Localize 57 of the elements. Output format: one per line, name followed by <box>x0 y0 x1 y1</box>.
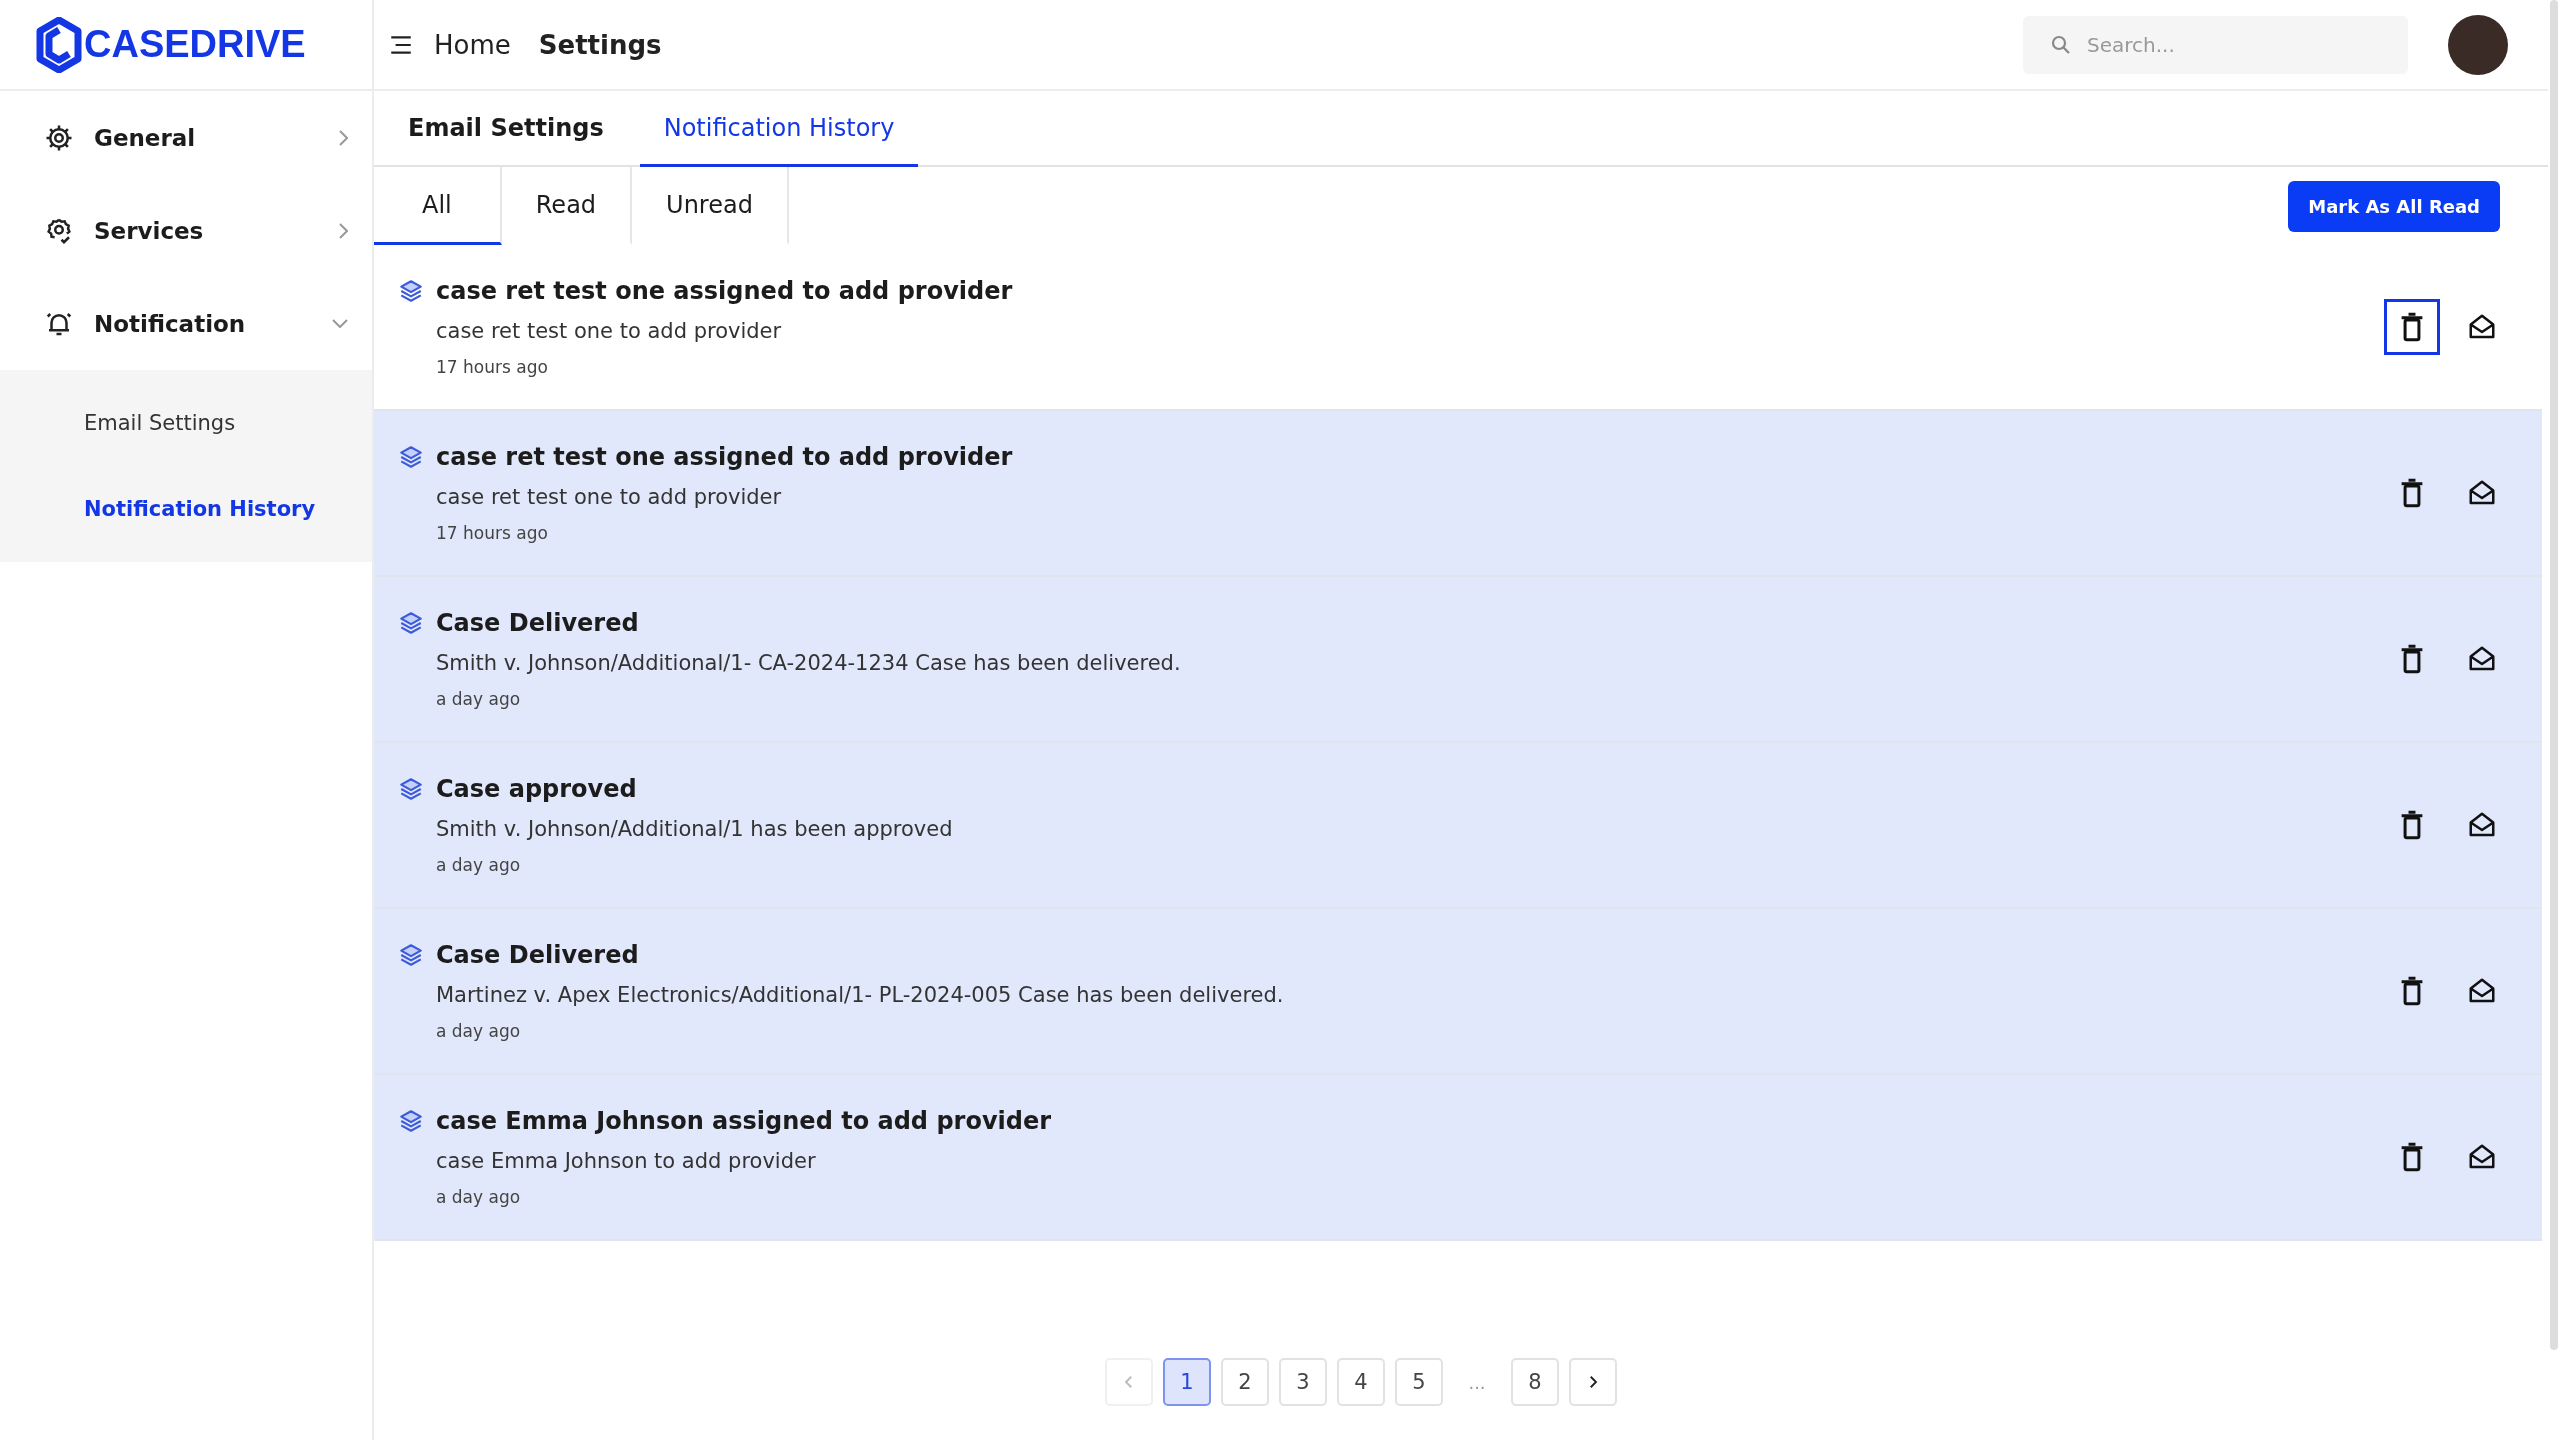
tab[interactable]: Notification History <box>639 91 919 167</box>
trash-icon <box>2399 810 2425 840</box>
trash-icon <box>2399 976 2425 1006</box>
breadcrumb-item[interactable]: Home <box>434 29 511 60</box>
notification-message: case ret test one to add provider <box>435 485 783 509</box>
layers-icon <box>398 942 424 968</box>
submenu-item[interactable]: Email Settings <box>0 380 372 466</box>
notification-row[interactable]: Case Delivered Smith v. Johnson/Additional/1- CA-2024-1234 Case has been delivered. a day ago <box>374 577 2542 743</box>
layers-icon <box>398 776 424 802</box>
trash-icon <box>2399 478 2425 508</box>
page-button[interactable]: 2 <box>1221 1358 1269 1406</box>
notification-row[interactable]: case ret test one assigned to add provider case ret test one to add provider 17 hours ago <box>374 411 2542 577</box>
submenu-item[interactable]: Notification History <box>0 466 372 552</box>
notification-title: Case approved <box>436 775 637 803</box>
breadcrumb-item: Settings <box>538 29 662 60</box>
notification-time: 17 hours ago <box>435 357 549 377</box>
trash-icon <box>2399 312 2425 342</box>
notification-row[interactable]: Case Delivered Martinez v. Apex Electronics/Additional/1- PL-2024-005 Case has been delivered. a day ago <box>374 909 2542 1075</box>
notification-title: Case Delivered <box>436 941 639 969</box>
mark-all-read-button[interactable]: Mark As All Read <box>2288 180 2500 232</box>
notification-title: case ret test one assigned to add provider <box>436 277 1013 305</box>
notification-title: case Emma Johnson assigned to add provider <box>436 1107 1052 1135</box>
notification-message: Martinez v. Apex Electronics/Additional/1- PL-2024-005 Case has been delivered. <box>435 983 1285 1007</box>
layers-icon <box>398 444 424 470</box>
page-button[interactable]: 4 <box>1337 1358 1385 1406</box>
notification-time: 17 hours ago <box>435 523 549 543</box>
logo-text: CASEDRIVE <box>84 23 306 66</box>
delete-button[interactable] <box>2384 299 2440 355</box>
pagination-ellipsis: ... <box>1467 1371 1487 1393</box>
notification-time: a day ago <box>435 689 522 709</box>
notification-message: case ret test one to add provider <box>435 319 783 343</box>
search-field[interactable]: Search... <box>2023 15 2408 74</box>
page-button[interactable]: 5 <box>1395 1358 1443 1406</box>
notification-title: case ret test one assigned to add provider <box>436 443 1013 471</box>
layers-icon <box>398 1108 424 1134</box>
notification-message: Smith v. Johnson/Additional/1- CA-2024-1234 Case has been delivered. <box>435 651 1182 675</box>
notification-time: a day ago <box>435 1187 522 1207</box>
notification-message: case Emma Johnson to add provider <box>435 1149 817 1173</box>
layers-icon <box>398 610 424 636</box>
page-button[interactable]: 1 <box>1163 1358 1211 1406</box>
notification-row[interactable]: case Emma Johnson assigned to add provider case Emma Johnson to add provider a day ago <box>374 1075 2542 1241</box>
notification-row[interactable]: Case approved Smith v. Johnson/Additional/1 has been approved a day ago <box>374 743 2542 909</box>
trash-icon <box>2399 1142 2425 1172</box>
sidebar-item[interactable]: General <box>0 91 372 184</box>
layers-icon <box>398 278 424 304</box>
trash-icon <box>2399 644 2425 674</box>
notification-time: a day ago <box>435 1021 522 1041</box>
notification-message: Smith v. Johnson/Additional/1 has been approved <box>435 817 954 841</box>
notification-time: a day ago <box>435 855 522 875</box>
scrollbar[interactable] <box>2550 0 2558 1350</box>
page-button[interactable]: 8 <box>1511 1358 1559 1406</box>
page-button[interactable]: 3 <box>1279 1358 1327 1406</box>
logo-icon <box>36 16 82 73</box>
sidebar-item[interactable]: Services <box>0 184 372 277</box>
tab[interactable]: Email Settings <box>398 91 628 167</box>
sidebar-item[interactable]: Notification <box>0 277 372 370</box>
notification-title: Case Delivered <box>436 609 639 637</box>
